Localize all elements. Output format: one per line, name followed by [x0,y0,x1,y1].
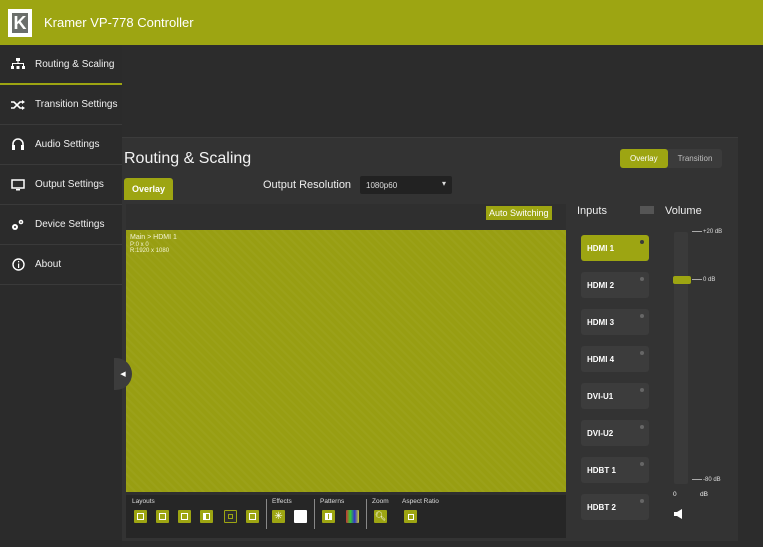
sidebar-item-output-settings[interactable]: Output Settings [0,165,122,205]
input-dvi-u2-button[interactable]: DVI-U2 [581,420,649,446]
aspect-ratio-lock-icon[interactable] [404,510,417,523]
status-dot-icon [640,462,644,466]
input-hdmi-2-button[interactable]: HDMI 2 [581,272,649,298]
status-dot-icon [640,277,644,281]
status-dot-icon [640,240,644,244]
status-dot-icon [640,499,644,503]
inputs-collapse-button[interactable] [640,206,654,214]
volume-slider-track[interactable] [674,232,688,484]
layout-pip-right-button[interactable] [178,510,191,523]
monitor-icon [10,177,26,193]
sidebar-item-audio-settings[interactable]: Audio Settings [0,125,122,165]
layout-pip-corner-button[interactable] [246,510,259,523]
output-resolution-value: 1080p60 [366,181,398,190]
zoom-label: Zoom [372,498,389,505]
status-dot-icon [640,351,644,355]
effects-label: Effects [272,498,292,505]
input-hdmi-1-button[interactable]: HDMI 1 [581,235,649,261]
toolbar-divider [366,499,367,529]
headphones-icon [10,137,26,153]
overlay-mode-button[interactable]: Overlay [620,149,668,168]
sidebar-item-device-settings[interactable]: Device Settings [0,205,122,245]
shuffle-icon [10,97,26,113]
output-resolution-select[interactable]: 1080p60 ▾ [360,176,452,194]
sidebar-item-routing-scaling[interactable]: Routing & Scaling [0,45,122,85]
input-hdmi-4-button[interactable]: HDMI 4 [581,346,649,372]
pattern-color-button[interactable] [346,510,359,523]
effect-white-button[interactable] [294,510,307,523]
sidebar-item-label: Audio Settings [35,139,100,150]
preview-source-label: Main > HDMI 1 [130,234,177,241]
sidebar-item-label: Output Settings [35,179,104,190]
volume-max-label: +20 dB [692,229,722,235]
input-hdbt-2-button[interactable]: HDBT 2 [581,494,649,520]
sitemap-icon [10,56,26,72]
layout-custom-button[interactable] [224,510,237,523]
mode-toggle: Overlay Transition [620,149,723,168]
aspect-ratio-label: Aspect Ratio [402,498,439,505]
sidebar-item-transition-settings[interactable]: Transition Settings [0,85,122,125]
tab-overlay[interactable]: Overlay [124,178,174,200]
chevron-left-icon: ◀ [120,371,126,378]
gears-icon [10,217,26,233]
overlay-toolbar: Layouts Effects ✳ Patterns Zoom 🔍︎ Aspec… [126,495,566,538]
volume-min-label: -80 dB [692,477,721,483]
status-dot-icon [640,388,644,392]
speaker-icon[interactable] [674,507,684,525]
output-preview[interactable]: Main > HDMI 1 P:0 x 0 R:1920 x 1080 [126,230,566,492]
patterns-label: Patterns [320,498,345,505]
layout-pip-bottom-button[interactable] [156,510,169,523]
volume-zero-label: 0 dB [692,277,715,283]
kramer-logo: K [8,8,32,37]
input-dvi-u1-button[interactable]: DVI-U1 [581,383,649,409]
page-title: Routing & Scaling [124,150,252,167]
layouts-label: Layouts [132,498,155,505]
volume-slider-thumb[interactable] [673,276,691,284]
sidebar-item-label: Transition Settings [35,99,118,110]
caret-down-icon: ▾ [441,179,446,188]
toolbar-divider [266,499,267,529]
layout-split-button[interactable] [200,510,213,523]
pattern-bars-button[interactable] [322,510,335,523]
volume-value[interactable]: 0 [673,491,677,498]
sidebar-item-label: Routing & Scaling [35,58,115,70]
sidebar-item-label: Device Settings [35,219,105,230]
inputs-title: Inputs [577,205,607,217]
sidebar-item-about[interactable]: About [0,245,122,285]
app-title: Kramer VP-778 Controller [44,15,194,30]
top-bar: K Kramer VP-778 Controller [0,0,763,45]
status-dot-icon [640,314,644,318]
toolbar-divider [314,499,315,529]
input-hdmi-3-button[interactable]: HDMI 3 [581,309,649,335]
preview-resolution-label: R:1920 x 1080 [130,248,170,254]
zoom-icon[interactable]: 🔍︎ [374,510,387,523]
input-hdbt-1-button[interactable]: HDBT 1 [581,457,649,483]
layout-single-button[interactable] [134,510,147,523]
overlay-canvas-area: Auto Switching Main > HDMI 1 P:0 x 0 R:1… [126,204,566,538]
main-content: Routing & Scaling Overlay Transition Ove… [114,45,763,547]
volume-title: Volume [665,205,702,217]
transition-mode-button[interactable]: Transition [668,149,723,168]
volume-unit: dB [700,491,708,498]
info-icon [10,257,26,273]
output-resolution-label: Output Resolution [263,179,352,191]
sidebar: Routing & Scaling Transition Settings Au… [0,45,122,547]
status-dot-icon [640,425,644,429]
auto-switching-button[interactable]: Auto Switching [486,206,552,220]
sidebar-item-label: About [35,259,62,270]
effect-sparkle-button[interactable]: ✳ [272,510,285,523]
